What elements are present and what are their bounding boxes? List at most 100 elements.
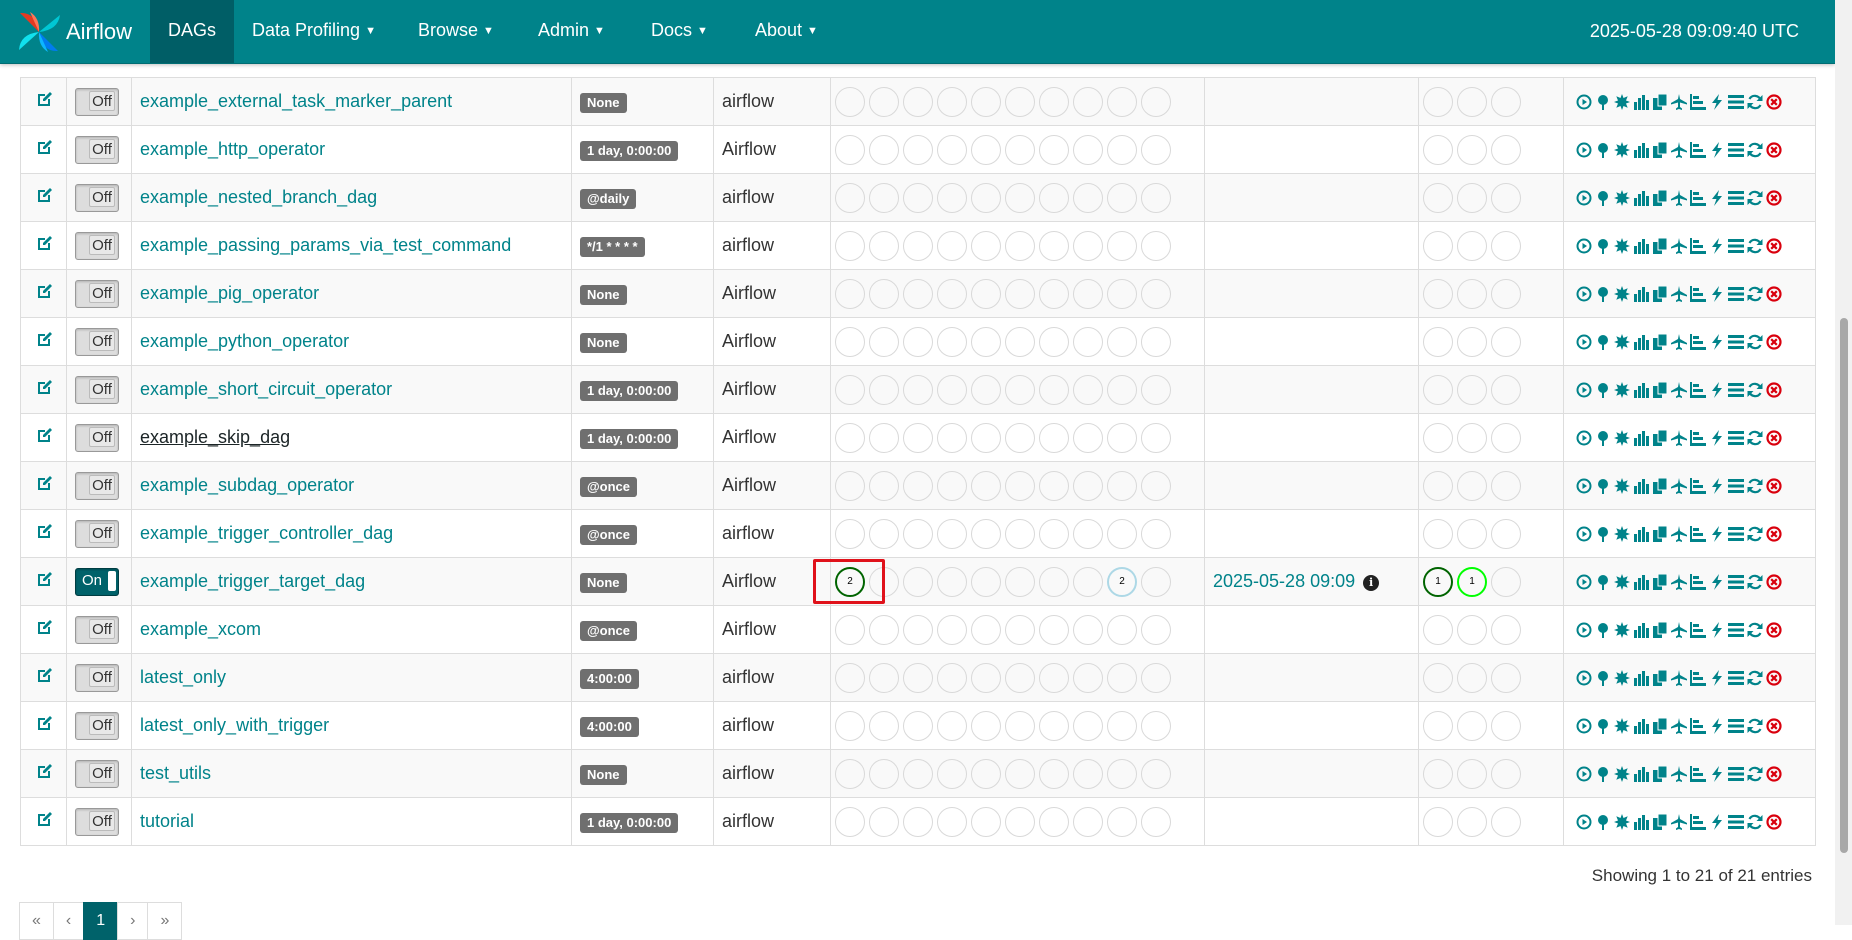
code-view-icon[interactable]	[1708, 525, 1725, 543]
code-view-icon[interactable]	[1708, 477, 1725, 495]
dag-toggle[interactable]: Off	[75, 423, 119, 452]
delete-icon[interactable]	[1765, 429, 1782, 447]
landing-times-icon[interactable]	[1670, 189, 1687, 207]
gantt-icon[interactable]	[1689, 525, 1706, 543]
nav-item-admin[interactable]: Admin ▼	[520, 0, 623, 63]
refresh-icon[interactable]	[1746, 717, 1763, 735]
dag-toggle[interactable]: Off	[75, 471, 119, 500]
dag-toggle[interactable]: Off	[75, 519, 119, 548]
refresh-icon[interactable]	[1746, 429, 1763, 447]
delete-icon[interactable]	[1765, 573, 1782, 591]
code-view-icon[interactable]	[1708, 381, 1725, 399]
code-view-icon[interactable]	[1708, 765, 1725, 783]
graph-view-icon[interactable]	[1613, 381, 1630, 399]
gantt-icon[interactable]	[1689, 381, 1706, 399]
duration-icon[interactable]	[1632, 141, 1649, 159]
retries-icon[interactable]	[1651, 573, 1668, 591]
trigger-dag-icon[interactable]	[1575, 429, 1592, 447]
logs-icon[interactable]	[1727, 381, 1744, 399]
duration-icon[interactable]	[1632, 669, 1649, 687]
landing-times-icon[interactable]	[1670, 237, 1687, 255]
tree-view-icon[interactable]	[1594, 333, 1611, 351]
logs-icon[interactable]	[1727, 141, 1744, 159]
graph-view-icon[interactable]	[1613, 189, 1630, 207]
nav-item-dags[interactable]: DAGs	[150, 0, 235, 63]
dag-link[interactable]: example_trigger_controller_dag	[140, 523, 393, 543]
dag-link[interactable]: example_skip_dag	[140, 427, 290, 447]
retries-icon[interactable]	[1651, 669, 1668, 687]
duration-icon[interactable]	[1632, 381, 1649, 399]
tree-view-icon[interactable]	[1594, 285, 1611, 303]
graph-view-icon[interactable]	[1613, 813, 1630, 831]
dag-link[interactable]: example_short_circuit_operator	[140, 379, 392, 399]
landing-times-icon[interactable]	[1670, 813, 1687, 831]
logs-icon[interactable]	[1727, 813, 1744, 831]
duration-icon[interactable]	[1632, 477, 1649, 495]
edit-icon[interactable]	[35, 91, 53, 112]
landing-times-icon[interactable]	[1670, 621, 1687, 639]
dag-link[interactable]: latest_only_with_trigger	[140, 715, 329, 735]
refresh-icon[interactable]	[1746, 621, 1763, 639]
scrollbar-thumb[interactable]	[1840, 318, 1848, 853]
logs-icon[interactable]	[1727, 477, 1744, 495]
code-view-icon[interactable]	[1708, 237, 1725, 255]
edit-icon[interactable]	[35, 763, 53, 784]
retries-icon[interactable]	[1651, 237, 1668, 255]
tree-view-icon[interactable]	[1594, 669, 1611, 687]
duration-icon[interactable]	[1632, 189, 1649, 207]
landing-times-icon[interactable]	[1670, 525, 1687, 543]
logs-icon[interactable]	[1727, 285, 1744, 303]
delete-icon[interactable]	[1765, 813, 1782, 831]
edit-icon[interactable]	[35, 235, 53, 256]
landing-times-icon[interactable]	[1670, 333, 1687, 351]
retries-icon[interactable]	[1651, 525, 1668, 543]
logs-icon[interactable]	[1727, 93, 1744, 111]
dag-link[interactable]: test_utils	[140, 763, 211, 783]
delete-icon[interactable]	[1765, 141, 1782, 159]
logs-icon[interactable]	[1727, 429, 1744, 447]
retries-icon[interactable]	[1651, 717, 1668, 735]
dag-toggle[interactable]: Off	[75, 327, 119, 356]
graph-view-icon[interactable]	[1613, 237, 1630, 255]
dag-link[interactable]: example_xcom	[140, 619, 261, 639]
landing-times-icon[interactable]	[1670, 765, 1687, 783]
gantt-icon[interactable]	[1689, 237, 1706, 255]
duration-icon[interactable]	[1632, 525, 1649, 543]
delete-icon[interactable]	[1765, 525, 1782, 543]
edit-icon[interactable]	[35, 571, 53, 592]
code-view-icon[interactable]	[1708, 669, 1725, 687]
delete-icon[interactable]	[1765, 93, 1782, 111]
duration-icon[interactable]	[1632, 765, 1649, 783]
dag-toggle[interactable]: Off	[75, 183, 119, 212]
duration-icon[interactable]	[1632, 237, 1649, 255]
tree-view-icon[interactable]	[1594, 189, 1611, 207]
nav-item-about[interactable]: About ▼	[737, 0, 836, 63]
duration-icon[interactable]	[1632, 285, 1649, 303]
tree-view-icon[interactable]	[1594, 237, 1611, 255]
logs-icon[interactable]	[1727, 573, 1744, 591]
edit-icon[interactable]	[35, 283, 53, 304]
dag-link[interactable]: example_passing_params_via_test_command	[140, 235, 511, 255]
dag-link[interactable]: example_python_operator	[140, 331, 349, 351]
dag-link[interactable]: example_external_task_marker_parent	[140, 91, 452, 111]
dag-toggle[interactable]: Off	[75, 711, 119, 740]
graph-view-icon[interactable]	[1613, 669, 1630, 687]
graph-view-icon[interactable]	[1613, 141, 1630, 159]
graph-view-icon[interactable]	[1613, 573, 1630, 591]
refresh-icon[interactable]	[1746, 285, 1763, 303]
tree-view-icon[interactable]	[1594, 93, 1611, 111]
logs-icon[interactable]	[1727, 189, 1744, 207]
gantt-icon[interactable]	[1689, 477, 1706, 495]
dag-link[interactable]: example_subdag_operator	[140, 475, 354, 495]
edit-icon[interactable]	[35, 331, 53, 352]
next-page-button[interactable]: ›	[117, 902, 149, 940]
brand[interactable]: Airflow	[16, 10, 132, 54]
tree-view-icon[interactable]	[1594, 525, 1611, 543]
duration-icon[interactable]	[1632, 813, 1649, 831]
task-success-circle[interactable]: 1	[1423, 566, 1453, 597]
code-view-icon[interactable]	[1708, 429, 1725, 447]
gantt-icon[interactable]	[1689, 141, 1706, 159]
trigger-dag-icon[interactable]	[1575, 237, 1592, 255]
logs-icon[interactable]	[1727, 525, 1744, 543]
refresh-icon[interactable]	[1746, 573, 1763, 591]
